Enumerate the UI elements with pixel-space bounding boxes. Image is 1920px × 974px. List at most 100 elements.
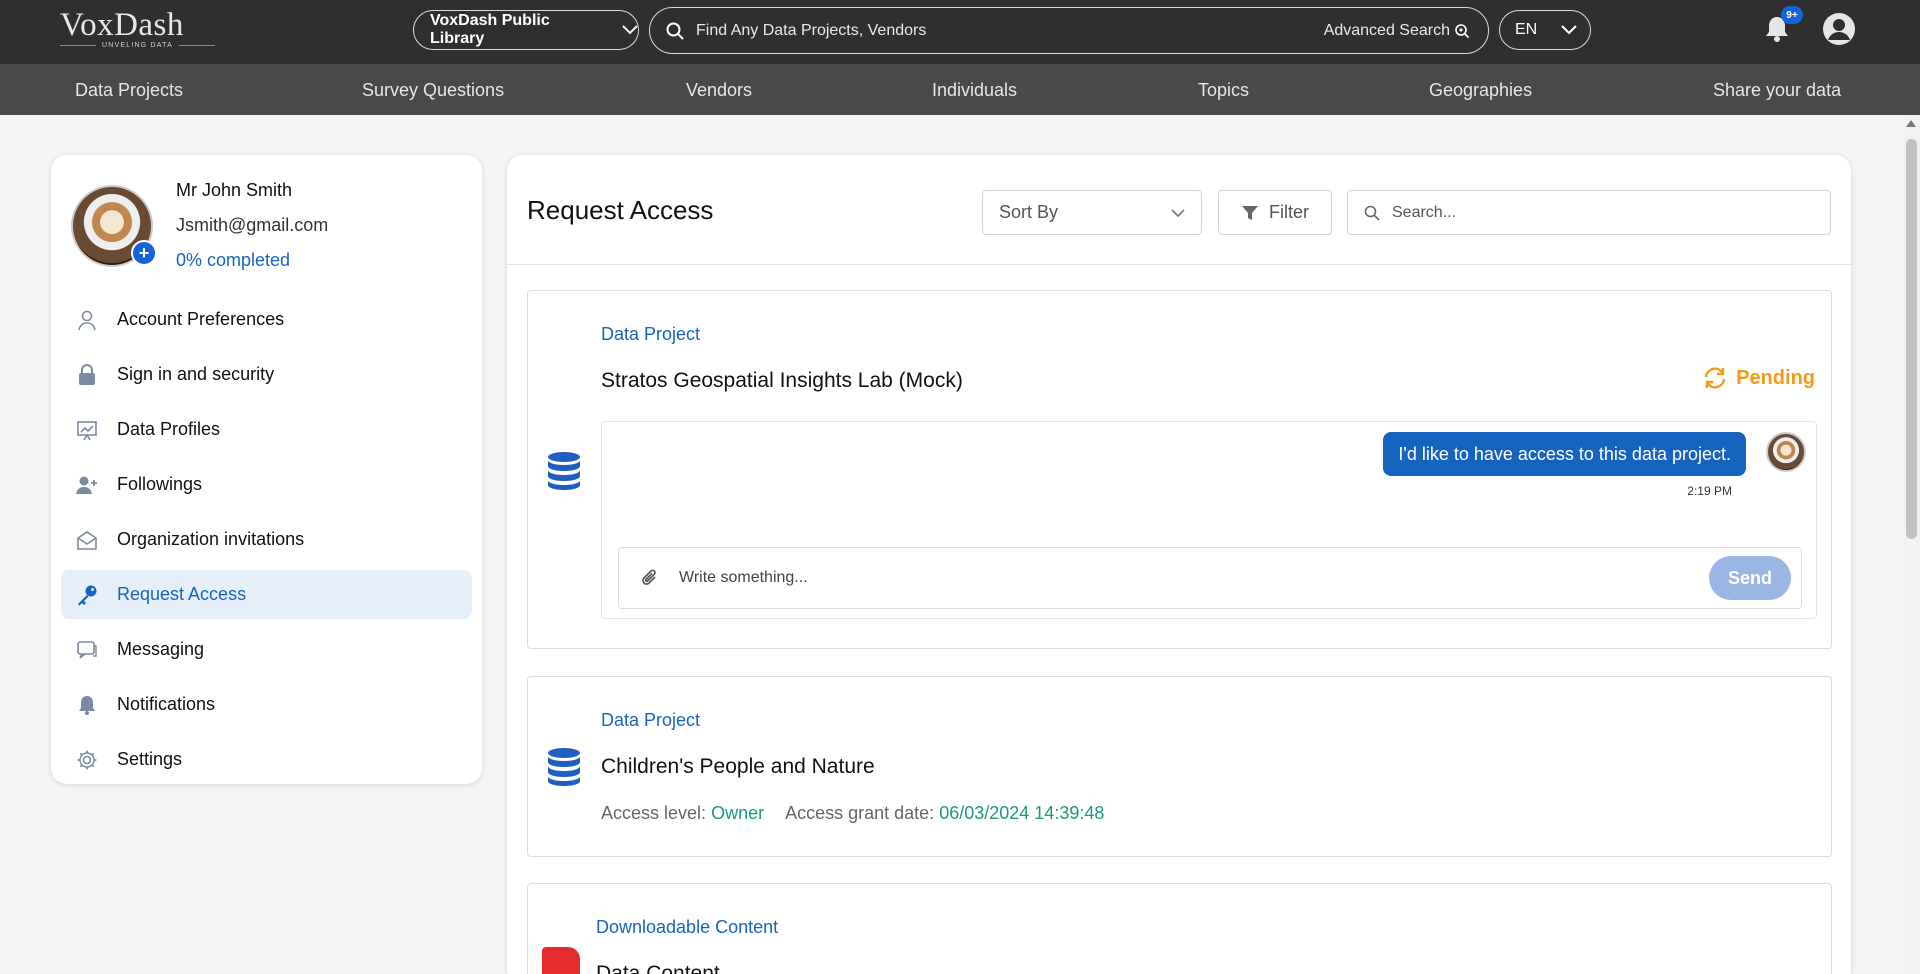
message-input[interactable]: Write something... — [679, 569, 1709, 587]
sidebar-item-label: Data Profiles — [117, 419, 221, 439]
sidebar-item-organization-invitations[interactable]: Organization invitations — [61, 515, 472, 564]
request-chat: I'd like to have access to this data pro… — [601, 421, 1817, 619]
request-access-panel: Request Access Sort By Filter Search... … — [507, 155, 1851, 974]
sidebar-item-followings[interactable]: Followings — [61, 460, 472, 509]
global-search-input[interactable]: Find Any Data Projects, Vendors — [696, 22, 1324, 40]
sidebar-item-messaging[interactable]: Messaging — [61, 625, 472, 674]
add-photo-button[interactable]: + — [131, 240, 157, 266]
chat-icon — [75, 638, 99, 662]
nav-individuals[interactable]: Individuals — [932, 80, 1017, 101]
chevron-down-icon — [1561, 25, 1577, 35]
sort-by-select[interactable]: Sort By — [982, 190, 1202, 235]
grant-date-label: Access grant date: — [785, 803, 935, 823]
send-button[interactable]: Send — [1709, 556, 1791, 600]
advanced-search-button[interactable]: Advanced Search — [1324, 22, 1470, 40]
request-search[interactable]: Search... — [1347, 190, 1831, 235]
message-composer: Write something... Send — [618, 547, 1802, 609]
advanced-search-label: Advanced Search — [1323, 21, 1450, 39]
profile-sidebar: + Mr John Smith Jsmith@gmail.com 0% comp… — [51, 155, 482, 784]
sidebar-item-label: Settings — [117, 749, 183, 769]
request-card: Downloadable Content Data Content — [527, 883, 1832, 974]
filter-label: Filter — [1269, 202, 1309, 222]
filter-button[interactable]: Filter — [1218, 190, 1332, 235]
global-search[interactable]: Find Any Data Projects, Vendors Advanced… — [649, 7, 1489, 54]
bell-icon — [75, 693, 99, 717]
brand-name: VoxDash — [60, 7, 184, 43]
notification-badge: 9+ — [1781, 6, 1803, 24]
language-select[interactable]: EN — [1499, 10, 1591, 50]
chevron-down-icon — [622, 25, 638, 35]
profile-avatar-wrapper: + — [71, 185, 157, 267]
sidebar-item-data-profiles[interactable]: Data Profiles — [61, 405, 472, 454]
sidebar-item-label: Sign in and security — [117, 364, 275, 384]
gear-icon — [75, 748, 99, 772]
brand-tagline: UNVELING DATA — [102, 42, 173, 49]
request-type[interactable]: Data Project — [601, 324, 700, 345]
lock-icon — [75, 363, 99, 387]
scrollbar-thumb[interactable] — [1906, 139, 1917, 539]
header-divider — [507, 264, 1851, 265]
user-icon — [75, 308, 99, 332]
sidebar-item-notifications[interactable]: Notifications — [61, 680, 472, 729]
nav-topics[interactable]: Topics — [1198, 80, 1249, 101]
request-card: Data Project Stratos Geospatial Insights… — [527, 290, 1832, 649]
search-icon — [666, 22, 684, 40]
access-details: Access level: Owner Access grant date: 0… — [601, 803, 1104, 824]
nav-share-your-data[interactable]: Share your data — [1713, 80, 1841, 101]
language-label: EN — [1515, 21, 1538, 38]
sidebar-item-label: Organization invitations — [117, 529, 305, 549]
nav-survey-questions[interactable]: Survey Questions — [362, 80, 504, 101]
paperclip-icon[interactable] — [641, 568, 659, 588]
pdf-file-icon — [542, 947, 580, 974]
advanced-search-icon — [1455, 23, 1470, 38]
library-select-label: VoxDash Public Library — [430, 12, 550, 47]
user-plus-icon — [75, 473, 99, 497]
user-account-icon[interactable] — [1822, 12, 1856, 46]
status-label: Pending — [1736, 366, 1815, 389]
brand-logo[interactable]: VoxDash UNVELING DATA — [60, 8, 215, 49]
status-badge: Pending — [1702, 365, 1815, 391]
access-level-value: Owner — [711, 803, 765, 823]
sidebar-item-account-preferences[interactable]: Account Preferences — [61, 295, 472, 344]
page-title: Request Access — [527, 195, 714, 225]
chat-message-time: 2:19 PM — [1687, 484, 1732, 498]
sidebar-item-request-access[interactable]: Request Access — [61, 570, 472, 619]
request-title[interactable]: Children's People and Nature — [601, 755, 875, 779]
refresh-icon — [1704, 367, 1726, 389]
access-level-label: Access level: — [601, 803, 707, 823]
avatar — [1766, 432, 1806, 472]
filter-icon — [1242, 205, 1258, 220]
nav-geographies[interactable]: Geographies — [1429, 80, 1532, 101]
chart-icon — [75, 418, 99, 442]
request-title[interactable]: Stratos Geospatial Insights Lab (Mock) — [601, 369, 963, 393]
chevron-down-icon — [1171, 208, 1185, 217]
sidebar-menu: Account Preferences Sign in and security… — [61, 295, 472, 790]
mail-open-icon — [75, 528, 99, 552]
request-type[interactable]: Data Project — [601, 710, 700, 731]
main-nav: Data Projects Survey Questions Vendors I… — [0, 64, 1920, 115]
grant-date-value: 06/03/2024 14:39:48 — [939, 803, 1105, 823]
sidebar-item-label: Messaging — [117, 639, 205, 659]
scroll-up-arrow-icon[interactable] — [1906, 120, 1916, 127]
sidebar-item-label: Followings — [117, 474, 203, 494]
sidebar-item-label: Account Preferences — [117, 309, 285, 329]
sidebar-item-settings[interactable]: Settings — [61, 735, 472, 784]
database-icon — [548, 748, 580, 786]
nav-data-projects[interactable]: Data Projects — [75, 80, 183, 101]
library-select[interactable]: VoxDash Public Library — [413, 10, 639, 50]
profile-completion[interactable]: 0% completed — [176, 250, 290, 271]
key-icon — [75, 583, 99, 607]
request-title[interactable]: Data Content — [596, 962, 720, 974]
request-search-input[interactable]: Search... — [1392, 204, 1456, 222]
profile-name: Mr John Smith — [176, 180, 293, 200]
sidebar-item-label: Notifications — [117, 694, 216, 714]
request-card: Data Project Children's People and Natur… — [527, 676, 1832, 857]
sidebar-item-label: Request Access — [117, 584, 247, 604]
profile-email: Jsmith@gmail.com — [176, 215, 329, 235]
nav-vendors[interactable]: Vendors — [686, 80, 752, 101]
sidebar-item-sign-in-security[interactable]: Sign in and security — [61, 350, 472, 399]
request-type[interactable]: Downloadable Content — [596, 917, 778, 938]
top-bar: VoxDash UNVELING DATA VoxDash Public Lib… — [0, 0, 1920, 64]
sort-by-label: Sort By — [999, 202, 1059, 222]
database-icon — [548, 452, 580, 490]
